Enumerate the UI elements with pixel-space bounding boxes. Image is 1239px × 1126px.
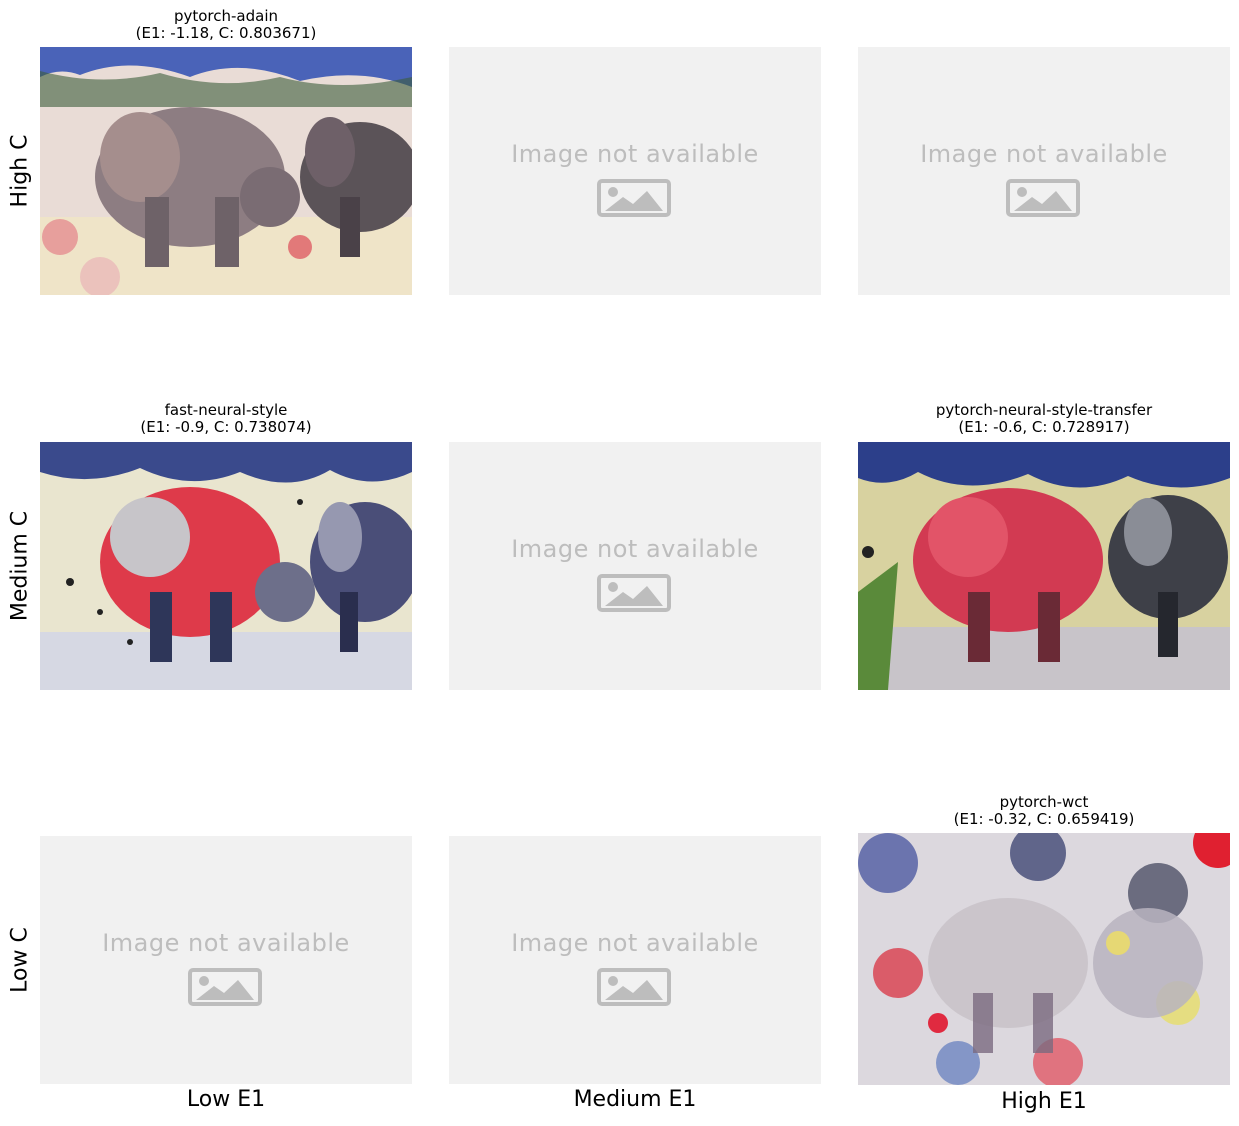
row-label-medium-c: Medium C: [7, 510, 33, 622]
method-name: fast-neural-style: [164, 401, 288, 419]
method-stats: (E1: -0.6, C: 0.728917): [958, 418, 1130, 436]
placeholder-r1c1: Image not available: [449, 442, 821, 690]
cell-title-fast-neural-style: fast-neural-style (E1: -0.9, C: 0.738074…: [40, 402, 412, 436]
image-icon: [188, 968, 262, 1006]
cell-title-pytorch-neural-style-transfer: pytorch-neural-style-transfer (E1: -0.6,…: [858, 402, 1230, 436]
placeholder-text: Image not available: [511, 140, 759, 168]
method-name: pytorch-neural-style-transfer: [935, 401, 1153, 419]
method-stats: (E1: -0.9, C: 0.738074): [140, 418, 312, 436]
stylized-image-pytorch-wct: [858, 833, 1230, 1085]
image-icon: [597, 968, 671, 1006]
image-icon: [597, 574, 671, 612]
placeholder-text: Image not available: [102, 929, 350, 957]
placeholder-r0c1: Image not available: [449, 47, 821, 295]
placeholder-r2c0: Image not available: [40, 836, 412, 1084]
method-stats: (E1: -0.32, C: 0.659419): [953, 810, 1135, 828]
placeholder-r2c1: Image not available: [449, 836, 821, 1084]
stylized-image-fast-neural-style: [40, 442, 412, 690]
col-label-low-e1: Low E1: [186, 1087, 266, 1112]
image-icon: [1006, 179, 1080, 217]
col-label-medium-e1: Medium E1: [573, 1087, 697, 1112]
placeholder-text: Image not available: [920, 140, 1168, 168]
stylized-image-pytorch-adain: [40, 47, 412, 295]
col-label-high-e1: High E1: [1001, 1089, 1087, 1114]
stylized-image-pytorch-neural-style-transfer: [858, 442, 1230, 690]
row-label-high-c: High C: [7, 134, 33, 208]
placeholder-text: Image not available: [511, 929, 759, 957]
image-icon: [597, 179, 671, 217]
placeholder-text: Image not available: [511, 535, 759, 563]
method-stats: (E1: -1.18, C: 0.803671): [135, 24, 317, 42]
cell-title-pytorch-wct: pytorch-wct (E1: -0.32, C: 0.659419): [858, 794, 1230, 828]
placeholder-r0c2: Image not available: [858, 47, 1230, 295]
method-name: pytorch-wct: [999, 793, 1089, 811]
method-name: pytorch-adain: [173, 7, 279, 25]
row-label-low-c: Low C: [7, 927, 33, 993]
cell-title-pytorch-adain: pytorch-adain (E1: -1.18, C: 0.803671): [40, 8, 412, 42]
